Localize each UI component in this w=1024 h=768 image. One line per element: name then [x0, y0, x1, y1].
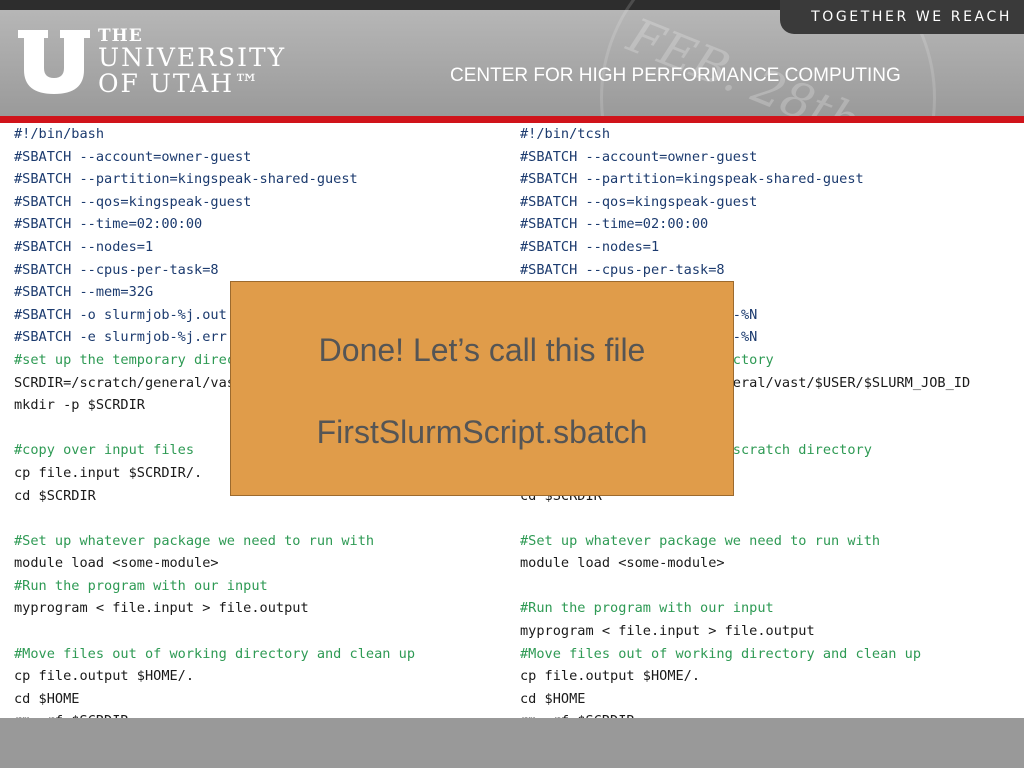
code-directive-line: #SBATCH --cpus-per-task=8	[14, 261, 219, 278]
code-comment-line: #Move files out of working directory and…	[520, 645, 922, 662]
block-u-logo-icon	[18, 30, 90, 94]
center-name: CENTER FOR HIGH PERFORMANCE COMPUTING	[450, 65, 901, 86]
code-command-line: cp file.output $HOME/.	[520, 668, 701, 685]
code-comment-line: #Move files out of working directory and…	[14, 645, 416, 662]
logo-line-of-utah: OF UTAH™	[98, 69, 262, 98]
code-directive-line: #SBATCH --nodes=1	[14, 238, 154, 255]
code-directive-line: #SBATCH --qos=kingspeak-guest	[520, 193, 758, 210]
code-directive-line: #SBATCH --account=owner-guest	[14, 148, 252, 165]
slide-header: FEB. 28th 1850 TOGETHER WE REACH THE UNI…	[0, 0, 1024, 116]
code-command-line: cd $HOME	[14, 690, 80, 707]
code-directive-line: #SBATCH --partition=kingspeak-shared-gue…	[520, 171, 864, 188]
code-command-line: myprogram < file.input > file.output	[14, 600, 309, 617]
code-directive-line: #!/bin/bash	[14, 126, 105, 142]
callout-line-1: Done! Let’s call this file	[318, 332, 646, 368]
slide-footer-bar	[0, 718, 1024, 768]
code-directive-line: #SBATCH --nodes=1	[520, 238, 660, 255]
code-directive-line: #SBATCH --account=owner-guest	[520, 148, 758, 165]
header-red-rule	[0, 116, 1024, 123]
code-comment-line: #Run the program with our input	[14, 577, 268, 594]
university-logo-text: THE UNIVERSITY OF UTAH™	[98, 28, 286, 97]
code-command-line: cp file.output $HOME/.	[14, 668, 195, 685]
code-comment-line: #Set up whatever package we need to run …	[520, 532, 881, 549]
code-command-line: module load <some-module>	[14, 555, 219, 572]
code-command-line: myprogram < file.input > file.output	[520, 623, 815, 640]
code-directive-line: #SBATCH --cpus-per-task=8	[520, 261, 725, 278]
code-directive-line: #SBATCH --qos=kingspeak-guest	[14, 193, 252, 210]
code-comment-line: #Run the program with our input	[520, 600, 774, 617]
code-command-line: module load <some-module>	[520, 555, 725, 572]
code-directive-line: #!/bin/tcsh	[520, 126, 611, 142]
code-command-line	[520, 507, 970, 530]
code-command-line: cd $HOME	[520, 690, 586, 707]
code-directive-line: #SBATCH --time=02:00:00	[520, 216, 709, 233]
code-comment-line: #Set up whatever package we need to run …	[14, 532, 375, 549]
code-directive-line: #SBATCH --partition=kingspeak-shared-gue…	[14, 171, 358, 188]
callout-box: Done! Let’s call this file FirstSlurmScr…	[230, 281, 734, 496]
code-directive-line: #SBATCH --time=02:00:00	[14, 216, 203, 233]
callout-filename: FirstSlurmScript.sbatch	[316, 414, 648, 450]
tagline: TOGETHER WE REACH	[811, 9, 1012, 25]
logo-line-university: UNIVERSITY	[98, 43, 287, 72]
code-command-line	[14, 620, 415, 643]
code-command-line	[520, 575, 970, 598]
code-command-line	[14, 507, 415, 530]
